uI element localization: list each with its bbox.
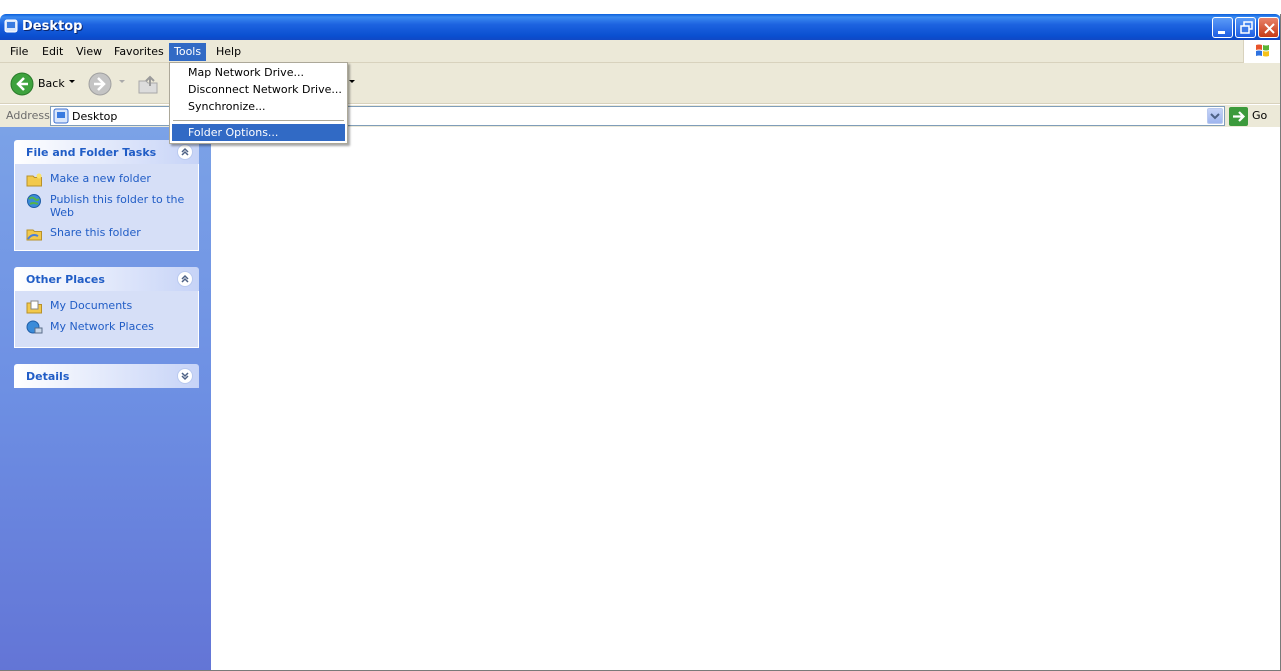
- file-folder-tasks-panel: File and Folder Tasks Make a new folder …: [14, 140, 199, 251]
- share-folder-icon: [26, 226, 43, 241]
- menu-item-map-network-drive[interactable]: Map Network Drive...: [172, 64, 345, 81]
- other-places-header[interactable]: Other Places: [14, 267, 199, 291]
- menu-help[interactable]: Help: [211, 43, 246, 61]
- desktop-icon: [53, 108, 69, 127]
- details-title: Details: [26, 370, 70, 383]
- close-button[interactable]: [1258, 17, 1279, 38]
- task-pane: File and Folder Tasks Make a new folder …: [0, 127, 211, 671]
- task-share-folder[interactable]: Share this folder: [15, 226, 198, 241]
- place-my-documents[interactable]: My Documents: [15, 299, 198, 314]
- task-make-new-folder[interactable]: Make a new folder: [15, 172, 198, 187]
- address-dropdown-button[interactable]: [1207, 108, 1223, 124]
- folder-up-icon[interactable]: [137, 73, 159, 98]
- top-blank-area: [0, 0, 1281, 14]
- publish-web-icon: [26, 193, 43, 208]
- collapse-chevron-icon[interactable]: [177, 144, 193, 160]
- menu-item-disconnect-network-drive[interactable]: Disconnect Network Drive...: [172, 81, 345, 98]
- window-title: Desktop: [22, 19, 83, 34]
- title-bar[interactable]: Desktop: [0, 14, 1281, 40]
- menu-tools[interactable]: Tools: [169, 43, 207, 61]
- details-panel: Details: [14, 364, 199, 388]
- details-header[interactable]: Details: [14, 364, 199, 388]
- forward-arrow-icon[interactable]: [88, 72, 112, 99]
- my-documents-icon: [26, 299, 43, 314]
- menu-item-folder-options[interactable]: Folder Options...: [172, 124, 345, 141]
- network-places-icon: [26, 320, 43, 335]
- forward-dropdown-icon[interactable]: [119, 80, 125, 83]
- minimize-button[interactable]: [1212, 17, 1233, 38]
- back-button-label[interactable]: Back: [38, 77, 65, 90]
- other-places-panel: Other Places My Documents My Network Pla…: [14, 267, 199, 348]
- file-folder-tasks-title: File and Folder Tasks: [26, 146, 157, 159]
- place-my-network-places[interactable]: My Network Places: [15, 320, 198, 334]
- tools-menu: Map Network Drive... Disconnect Network …: [169, 62, 348, 144]
- go-arrow-icon[interactable]: [1229, 107, 1248, 129]
- address-value: Desktop: [72, 110, 118, 123]
- back-arrow-icon[interactable]: [10, 72, 34, 99]
- menu-edit[interactable]: Edit: [37, 43, 68, 61]
- restore-button[interactable]: [1235, 17, 1256, 38]
- menu-bar: File Edit View Favorites Tools Help: [0, 40, 1281, 63]
- new-folder-icon: [26, 172, 43, 187]
- back-dropdown-icon[interactable]: [69, 80, 75, 83]
- folder-desktop-icon: [4, 19, 18, 33]
- menu-file[interactable]: File: [5, 43, 33, 61]
- windows-logo-icon: [1243, 40, 1281, 63]
- other-places-title: Other Places: [26, 273, 105, 286]
- menu-view[interactable]: View: [71, 43, 107, 61]
- menu-separator: [173, 120, 344, 121]
- menu-item-synchronize[interactable]: Synchronize...: [172, 98, 345, 115]
- task-publish-folder[interactable]: Publish this folder to the Web: [15, 193, 198, 219]
- collapse-chevron-icon[interactable]: [177, 271, 193, 287]
- views-dropdown-icon[interactable]: [349, 80, 355, 83]
- expand-chevron-icon[interactable]: [177, 368, 193, 384]
- go-button-label[interactable]: Go: [1252, 109, 1267, 122]
- address-label: Address: [6, 109, 50, 122]
- file-list-area[interactable]: [211, 127, 1281, 671]
- menu-favorites[interactable]: Favorites: [109, 43, 169, 61]
